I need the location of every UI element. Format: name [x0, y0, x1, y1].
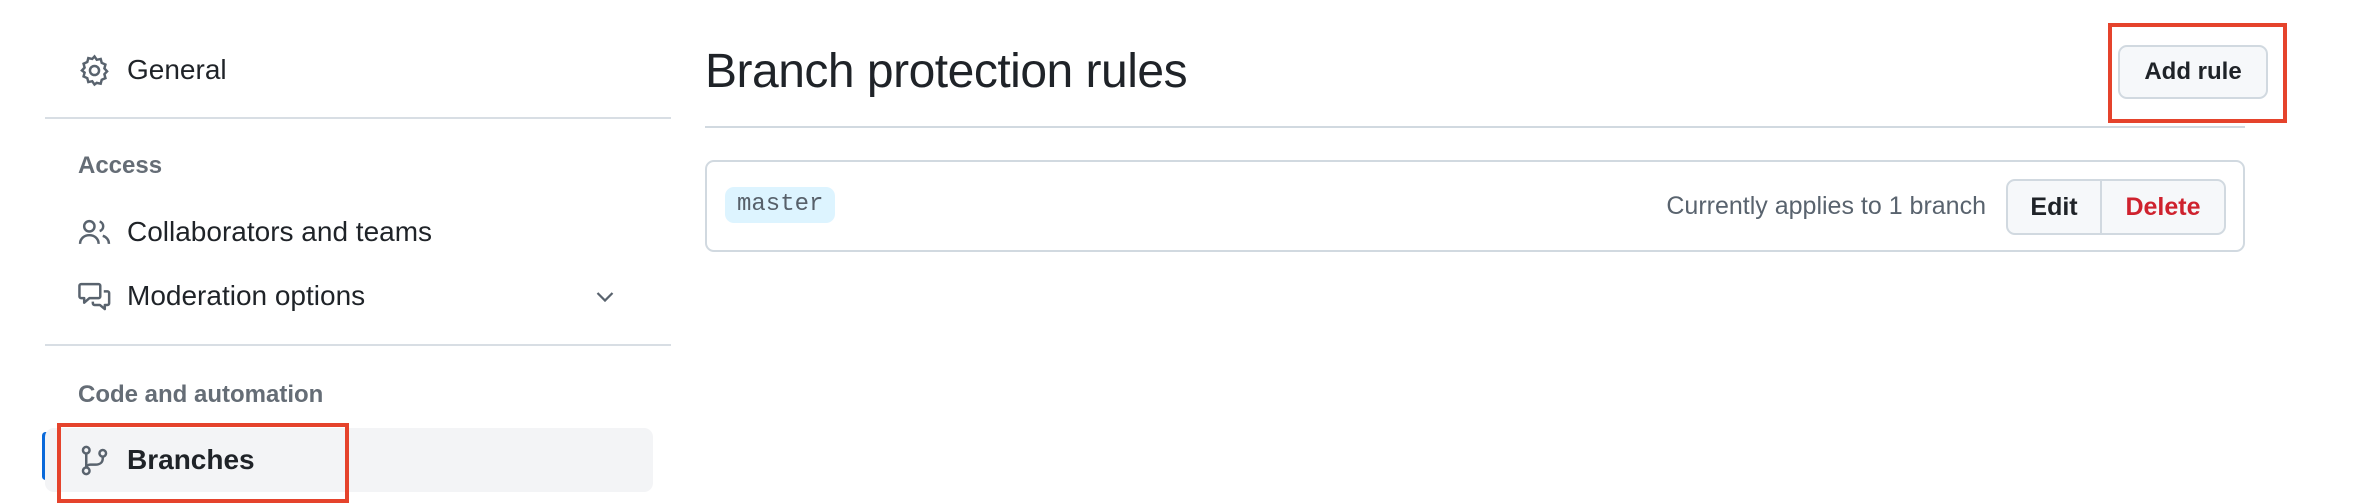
- section-heading-code-automation: Code and automation: [78, 381, 324, 408]
- chevron-down-icon[interactable]: [593, 284, 617, 308]
- edit-rule-button[interactable]: Edit: [2008, 181, 2102, 233]
- sidebar-item-moderation[interactable]: Moderation options: [45, 266, 653, 326]
- main-content: Branch protection rules Add rule master …: [705, 0, 2287, 502]
- branch-rule-row: master Currently applies to 1 branch Edi…: [705, 160, 2245, 252]
- add-rule-button[interactable]: Add rule: [2118, 45, 2268, 99]
- branch-name-pill[interactable]: master: [725, 187, 836, 223]
- sidebar-item-label: General: [127, 54, 227, 85]
- rule-actions: Edit Delete: [2006, 179, 2226, 235]
- sidebar-item-collaborators[interactable]: Collaborators and teams: [45, 202, 653, 262]
- sidebar-item-label: Branches: [127, 444, 255, 475]
- section-heading-access: Access: [78, 152, 163, 179]
- applies-status[interactable]: Currently applies to 1 branch: [1666, 192, 1986, 221]
- title-divider: [705, 126, 2245, 128]
- delete-rule-button[interactable]: Delete: [2102, 181, 2224, 233]
- sidebar-item-general[interactable]: General: [45, 40, 653, 100]
- sidebar-divider: [45, 117, 671, 119]
- gear-icon: [78, 53, 111, 87]
- comment-discussion-icon: [78, 280, 111, 313]
- sidebar-item-label: Collaborators and teams: [127, 216, 433, 247]
- page-title: Branch protection rules: [705, 45, 1188, 98]
- people-icon: [78, 216, 111, 249]
- settings-sidebar: General Access Collaborators and teams M…: [42, 0, 671, 503]
- sidebar-divider: [45, 344, 671, 346]
- git-branch-icon: [78, 444, 111, 477]
- sidebar-item-branches[interactable]: Branches: [45, 428, 653, 492]
- sidebar-item-label: Moderation options: [127, 280, 366, 311]
